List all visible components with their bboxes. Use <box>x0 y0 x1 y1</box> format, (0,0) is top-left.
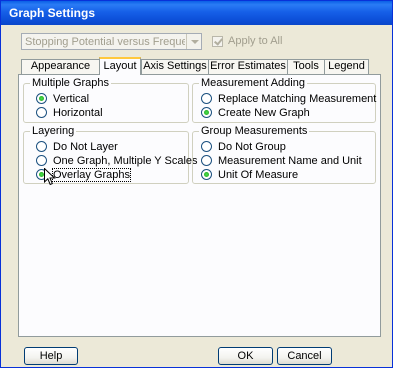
mouse-pointer-icon <box>44 168 56 186</box>
checkbox-icon <box>212 36 223 47</box>
group-title: Measurement Adding <box>199 77 307 89</box>
graph-settings-dialog: Graph Settings Stopping Potential versus… <box>0 0 393 368</box>
tab-error-estimates[interactable]: Error Estimates <box>208 59 288 74</box>
radio-selected-icon <box>36 93 47 104</box>
radio-label: One Graph, Multiple Y Scales <box>53 155 198 167</box>
group-title: Multiple Graphs <box>30 77 112 89</box>
tab-axis-settings[interactable]: Axis Settings <box>141 59 209 74</box>
ok-button[interactable]: OK <box>218 347 273 365</box>
tab-appearance[interactable]: Appearance <box>21 59 100 74</box>
cancel-button[interactable]: Cancel <box>277 347 332 365</box>
graph-select-value: Stopping Potential versus Frequen <box>25 36 185 48</box>
radio-unselected-icon <box>36 141 47 152</box>
radio-selected-icon <box>201 169 212 180</box>
radio-label: Overlay Graphs <box>51 168 132 182</box>
radio-label: Measurement Name and Unit <box>218 155 362 167</box>
radio-unselected-icon <box>36 107 47 118</box>
window-title: Graph Settings <box>1 1 392 25</box>
graph-select-dropdown[interactable]: Stopping Potential versus Frequen <box>21 33 202 50</box>
layout-tab-panel: Multiple Graphs Vertical Horizontal Meas… <box>18 74 381 337</box>
radio-label: Create New Graph <box>218 107 310 119</box>
tab-tools[interactable]: Tools <box>287 59 325 74</box>
apply-to-all-label: Apply to All <box>228 35 283 47</box>
radio-label: Do Not Layer <box>53 141 118 153</box>
radio-label: Horizontal <box>53 107 103 119</box>
top-controls: Stopping Potential versus Frequen Apply … <box>18 33 388 51</box>
chevron-down-icon[interactable] <box>186 34 201 49</box>
radio-unselected-icon <box>36 155 47 166</box>
group-title: Layering <box>30 125 77 137</box>
radio-label: Unit Of Measure <box>218 169 299 181</box>
multiple-graphs-group: Multiple Graphs Vertical Horizontal <box>23 77 189 123</box>
radio-selected-icon <box>201 107 212 118</box>
tab-legend[interactable]: Legend <box>324 59 369 74</box>
group-title: Group Measurements <box>199 125 310 137</box>
tab-layout[interactable]: Layout <box>99 57 141 75</box>
radio-unselected-icon <box>201 93 212 104</box>
help-button[interactable]: Help <box>24 347 78 365</box>
radio-label: Vertical <box>53 93 90 105</box>
radio-label: Replace Matching Measurement <box>218 93 377 105</box>
group-measurements-group: Group Measurements Do Not Group Measurem… <box>192 125 376 184</box>
measurement-adding-group: Measurement Adding Replace Matching Meas… <box>192 77 377 123</box>
radio-unselected-icon <box>201 141 212 152</box>
radio-unselected-icon <box>201 155 212 166</box>
radio-label: Do Not Group <box>218 141 286 153</box>
